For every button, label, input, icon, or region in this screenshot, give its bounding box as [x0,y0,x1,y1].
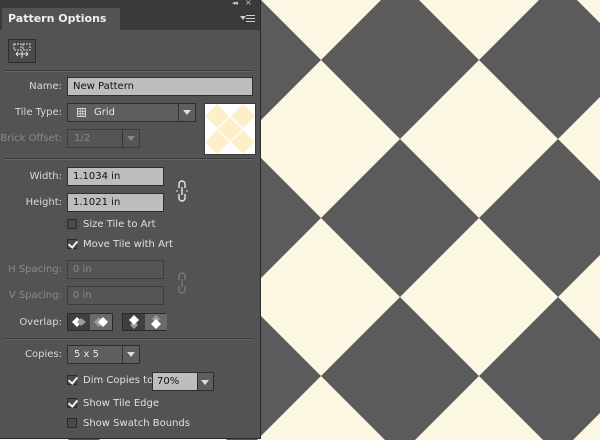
width-label: Width: [29,171,62,182]
h-spacing-label: H Spacing: [8,264,62,275]
chevron-down-icon [178,104,195,121]
checkbox-box[interactable] [67,375,77,385]
dim-copies-combo[interactable]: 70% [152,372,214,391]
separator [4,70,254,72]
checkbox-box[interactable] [67,219,77,229]
pattern-options-panel: ◂◂ × Pattern Options Name: New Pattern T… [0,0,261,439]
right-in-front-icon [94,317,108,327]
right-in-front-button[interactable] [90,314,112,330]
vertical-overlap-group [122,313,167,331]
tile-type-value: Grid [94,107,115,118]
chevron-down-icon [122,130,139,147]
top-in-front-button[interactable] [123,314,145,330]
grid-icon [77,108,86,117]
checkbox-box[interactable] [67,239,77,249]
h-spacing-field[interactable]: 0 in [67,260,164,279]
left-in-front-button[interactable] [68,314,90,330]
bottom-in-front-icon [151,315,161,329]
v-spacing-field[interactable]: 0 in [67,286,164,305]
chevron-down-icon [122,346,139,363]
checkbox-box[interactable] [67,398,77,408]
separator [4,338,254,340]
dim-copies-label: Dim Copies to: [83,375,157,386]
v-spacing-label: V Spacing: [8,290,62,301]
show-tile-edge-label: Show Tile Edge [83,398,160,409]
pattern-tile-tool-button[interactable] [8,39,36,63]
dim-copies-value[interactable]: 70% [152,372,198,391]
copies-value: 5 x 5 [74,349,99,360]
panel-tabbar: Pattern Options [0,8,260,30]
top-in-front-icon [129,315,139,329]
name-field[interactable]: New Pattern [67,77,253,96]
overlap-label: Overlap: [19,317,62,328]
separator [4,158,254,160]
bottom-in-front-button[interactable] [145,314,167,330]
size-tile-to-art-label: Size Tile to Art [83,219,156,230]
left-in-front-icon [72,317,86,327]
pattern-preview-swatch [204,103,256,155]
name-label: Name: [29,81,62,92]
checkbox-box[interactable] [67,418,77,428]
width-field[interactable]: 1.1034 in [67,167,164,186]
horizontal-overlap-group [67,313,113,331]
copies-select[interactable]: 5 x 5 [67,345,140,364]
tab-pattern-options[interactable]: Pattern Options [2,8,120,30]
pattern-tile-tool-icon [13,43,31,58]
brick-offset-label: Brick Offset: [0,133,62,144]
collapse-panel-icon[interactable]: ◂◂ [232,0,242,7]
brick-offset-value: 1/2 [74,133,91,144]
chevron-down-icon[interactable] [198,372,214,391]
move-tile-with-art-label: Move Tile with Art [83,239,173,250]
show-swatch-bounds-label: Show Swatch Bounds [83,418,190,429]
link-proportions-icon[interactable] [176,180,188,202]
tile-type-label: Tile Type: [14,107,62,118]
panel-header-strip [0,0,260,8]
height-label: Height: [25,197,62,208]
link-spacing-icon[interactable] [176,272,188,294]
panel-menu-icon[interactable] [240,14,256,24]
height-field[interactable]: 1.1021 in [67,193,164,212]
tile-type-select[interactable]: Grid [67,103,196,122]
close-panel-icon[interactable]: × [245,0,255,7]
brick-offset-select[interactable]: 1/2 [67,129,140,148]
copies-label: Copies: [25,349,62,360]
